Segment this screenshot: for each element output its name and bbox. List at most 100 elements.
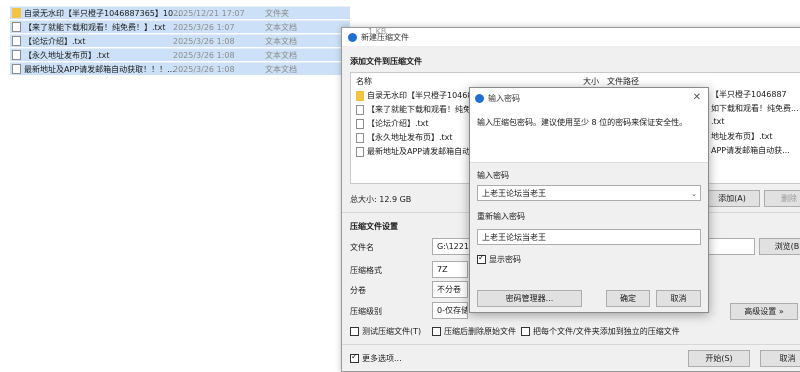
dialog-title: 输入密码 [488, 93, 520, 103]
list-item[interactable]: 最新地址及APP请发邮箱自动获... [356, 145, 486, 158]
checkbox[interactable] [350, 327, 359, 336]
folder-icon [12, 8, 21, 18]
delete-source-label: 压缩后删除原始文件 [444, 327, 516, 336]
list-item[interactable]: 【永久地址发布页】.txt [356, 131, 453, 144]
dialog-cancel-button[interactable]: 取消 [656, 290, 701, 307]
file-date: 2025/3/26 1:08 [173, 36, 235, 46]
checkbox[interactable] [350, 352, 359, 363]
total-size: 总大小: 12.9 GB [350, 195, 412, 204]
file-name: 自录无水印【半只橙子1046887365】10... [24, 8, 181, 18]
file-date: 2025/12/21 17:07 [173, 8, 245, 18]
divider [470, 162, 708, 163]
checkbox[interactable] [521, 327, 530, 336]
format-label: 压缩格式 [350, 266, 382, 275]
text-file-icon [356, 146, 364, 157]
file-type: 文本文档 [265, 64, 297, 74]
password-input[interactable]: 上老王论坛当老王 ⌄ [477, 185, 701, 201]
text-file-icon [12, 36, 21, 46]
advanced-settings-button[interactable]: 高级设置 » [730, 303, 798, 320]
col-size-header[interactable]: 大小 [583, 76, 599, 87]
enter-password-label: 输入密码 [477, 171, 509, 180]
file-name: 最新地址及APP请发邮箱自动获取！！！... [24, 64, 175, 74]
size-hint: 1 KB [368, 27, 387, 36]
file-row[interactable]: 自录无水印【半只橙子1046887365】10... 2025/12/21 17… [10, 6, 350, 19]
add-section-title: 添加文件到压缩文件 [350, 57, 422, 66]
list-item[interactable]: 【论坛介绍】.txt [356, 117, 429, 130]
password-manager-button[interactable]: 密码管理器... [477, 290, 582, 307]
file-date: 2025/3/26 1:08 [173, 50, 235, 60]
show-password-option[interactable]: 显示密码 [477, 253, 521, 265]
test-archive-option[interactable]: 测试压缩文件(T) [350, 326, 421, 337]
item-name: 最新地址及APP请发邮箱自动获... [367, 147, 486, 156]
delete-source-option[interactable]: 压缩后删除原始文件 [432, 326, 516, 337]
show-password-label: 显示密码 [489, 255, 521, 264]
file-type: 文本文档 [265, 50, 297, 60]
folder-icon [356, 90, 364, 101]
text-file-icon [356, 118, 364, 129]
separate-archives-option[interactable]: 把每个文件/文件夹添加到独立的压缩文件 [521, 326, 680, 337]
volume-select[interactable]: 不分卷 [432, 281, 468, 298]
file-row[interactable]: 【论坛介绍】.txt 2025/3/26 1:08 文本文档 [10, 34, 350, 47]
file-row[interactable]: 最新地址及APP请发邮箱自动获取！！！... 2025/3/26 1:08 文本… [10, 62, 350, 75]
password-value: 上老王论坛当老王 [482, 188, 546, 198]
divider [342, 344, 800, 345]
filename-label: 文件名 [350, 243, 374, 252]
item-path: .txt [711, 117, 725, 126]
volume-label: 分卷 [350, 286, 366, 295]
reenter-password-label: 重新输入密码 [477, 212, 525, 221]
item-path: 地址发布页】.txt [711, 132, 773, 141]
app-icon [348, 32, 357, 42]
file-name: 【来了就能下载和观看！纯免费！】.txt [24, 22, 166, 32]
file-name: 【永久地址发布页】.txt [24, 50, 110, 60]
file-type: 文本文档 [265, 36, 297, 46]
settings-section-title: 压缩文件设置 [350, 222, 398, 231]
password-dialog: 输入密码 ✕ 输入压缩包密码。建议使用至少 8 位的密码来保证安全性。 输入密码… [469, 87, 709, 313]
file-date: 2025/3/26 1:08 [173, 64, 235, 74]
file-date: 2025/3/26 1:07 [173, 22, 235, 32]
volume-value: 不分卷 [437, 285, 461, 294]
level-select[interactable]: 0-仅存储 [432, 302, 468, 319]
col-name-header[interactable]: 名称 [356, 76, 372, 87]
file-name: 【论坛介绍】.txt [24, 36, 86, 46]
chevron-down-icon[interactable]: ⌄ [691, 190, 697, 198]
text-file-icon [12, 64, 21, 74]
more-options-label: 更多选项... [362, 354, 402, 363]
start-button[interactable]: 开始(S) [688, 350, 750, 367]
window-title-bar[interactable]: 新建压缩文件 1 KB [342, 27, 800, 46]
separate-archives-label: 把每个文件/文件夹添加到独立的压缩文件 [533, 327, 680, 336]
ok-button[interactable]: 确定 [606, 290, 650, 307]
reenter-password-input[interactable]: 上老王论坛当老王 [477, 229, 701, 245]
col-path-header[interactable]: 文件路径 [607, 76, 639, 87]
browse-button[interactable]: 浏览(B [759, 238, 800, 255]
more-options-toggle[interactable]: 更多选项... [350, 352, 402, 364]
item-path: 【半只橙子1046887 [711, 90, 787, 99]
reenter-password-value: 上老王论坛当老王 [482, 232, 546, 242]
item-path: APP请发邮箱自动获... [711, 146, 790, 155]
dialog-instruction-area: 输入压缩包密码。建议使用至少 8 位的密码来保证安全性。 [470, 108, 708, 162]
text-file-icon [356, 132, 364, 143]
checkbox[interactable] [432, 327, 441, 336]
add-button[interactable]: 添加(A) [704, 190, 760, 207]
level-value: 0-仅存储 [437, 306, 468, 315]
file-type: 文件夹 [265, 8, 289, 18]
format-value: 7Z [437, 265, 448, 274]
file-row[interactable]: 【永久地址发布页】.txt 2025/3/26 1:08 文本文档 [10, 48, 350, 61]
list-item[interactable]: 【来了就能下载和观看！纯免费... [356, 103, 487, 116]
close-icon[interactable]: ✕ [693, 92, 701, 103]
text-file-icon [12, 22, 21, 32]
file-type: 文本文档 [265, 22, 297, 32]
dialog-title-bar[interactable]: 输入密码 ✕ [470, 88, 708, 108]
item-name: 【永久地址发布页】.txt [367, 133, 453, 142]
text-file-icon [12, 50, 21, 60]
cancel-button[interactable]: 取消 [760, 350, 800, 367]
file-row[interactable]: 【来了就能下载和观看！纯免费！】.txt 2025/3/26 1:07 文本文档 [10, 20, 350, 33]
checkbox[interactable] [477, 253, 486, 264]
app-icon [475, 93, 484, 103]
instruction-text: 输入压缩包密码。建议使用至少 8 位的密码来保证安全性。 [477, 118, 688, 127]
item-name: 【论坛介绍】.txt [367, 119, 429, 128]
test-archive-label: 测试压缩文件(T) [362, 327, 422, 336]
level-label: 压缩级别 [350, 307, 382, 316]
delete-button[interactable]: 删除 [764, 190, 800, 207]
item-path: 如下载和观看！纯免费... [711, 104, 799, 113]
format-select[interactable]: 7Z [432, 261, 468, 278]
